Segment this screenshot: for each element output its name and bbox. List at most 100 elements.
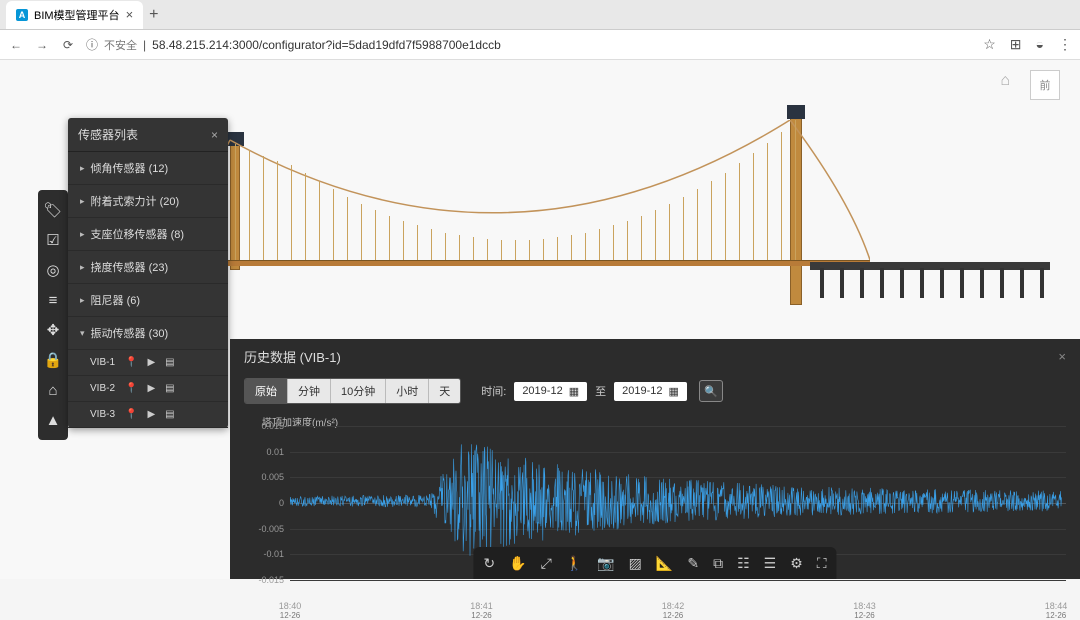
- orbit-icon[interactable]: ↻: [483, 555, 495, 572]
- properties-icon[interactable]: ☰: [764, 555, 777, 572]
- reload-button[interactable]: ⟳: [60, 38, 76, 52]
- y-tick: 0: [244, 498, 284, 508]
- home-icon[interactable]: ⌂: [1000, 72, 1010, 90]
- viewer-bottom-toolbar: ↻ ✋ ⤢ 🚶 📷 ▨ 📐 ✎ ⧉ ☷ ☰ ⚙ ⛶: [473, 547, 836, 579]
- date-from-input[interactable]: 2019-12 ▦: [514, 382, 587, 401]
- sensor-item: VIB-1 📍 ▶ ▤: [68, 350, 228, 376]
- model-browser-icon[interactable]: ☷: [737, 555, 750, 572]
- tab-title: BIM模型管理平台: [34, 7, 120, 23]
- settings-icon[interactable]: ⚙: [790, 555, 803, 572]
- pan-icon[interactable]: ✋: [509, 555, 526, 572]
- camera-icon[interactable]: 📷: [597, 555, 614, 572]
- granularity-button[interactable]: 分钟: [288, 379, 331, 403]
- left-toolbar: 🏷 ☑ ◎ ≡ ✥ 🔒 ⌂ ▲: [38, 190, 68, 440]
- autodesk-icon: A: [16, 9, 28, 21]
- address-bar: ← → ⟳ ⓘ 不安全 | 58.48.215.214:3000/configu…: [0, 30, 1080, 60]
- zoom-icon[interactable]: ⤢: [541, 555, 552, 572]
- house-icon[interactable]: ⌂: [38, 376, 68, 404]
- hanger-cables: [235, 120, 795, 265]
- lock-icon[interactable]: 🔒: [38, 346, 68, 374]
- grid-line: [290, 580, 1066, 581]
- explode-icon[interactable]: ⧉: [713, 555, 723, 572]
- x-tick: 18:4212-26: [655, 601, 691, 620]
- separator: |: [143, 38, 146, 52]
- sensor-category[interactable]: 振动传感器 (30): [68, 317, 228, 350]
- y-tick: -0.015: [244, 575, 284, 585]
- date-to-input[interactable]: 2019-12 ▦: [614, 382, 687, 401]
- x-tick: 18:4112-26: [464, 601, 500, 620]
- data-panel-title: 历史数据 (VIB-1): [244, 347, 341, 366]
- new-tab-button[interactable]: +: [149, 6, 158, 24]
- back-button[interactable]: ←: [8, 38, 24, 52]
- tab-close-icon[interactable]: ×: [126, 7, 134, 22]
- granularity-button[interactable]: 原始: [245, 379, 288, 403]
- minimize-icon[interactable]: ☆: [983, 36, 996, 53]
- close-icon[interactable]: ×: [211, 128, 218, 142]
- sensor-name: VIB-2: [90, 383, 115, 394]
- url-text: 58.48.215.214:3000/configurator?id=5dad1…: [152, 38, 501, 52]
- info-icon: ⓘ: [86, 36, 98, 53]
- forge-viewport[interactable]: ⌂ 前 🏷 ☑ ◎ ≡ ✥ 🔒 ⌂ ▲ 传感器列表 × 倾角传感器 (12)附着…: [0, 60, 1080, 579]
- search-button[interactable]: 🔍: [699, 380, 723, 402]
- sensor-item: VIB-2 📍 ▶ ▤: [68, 376, 228, 402]
- dice-icon[interactable]: ⊞: [1010, 36, 1022, 53]
- browser-tab-strip: A BIM模型管理平台 × +: [0, 0, 1080, 30]
- data-icon[interactable]: ▤: [165, 409, 174, 420]
- measure-icon[interactable]: 📐: [656, 555, 673, 572]
- x-tick: 18:4412-26: [1038, 601, 1074, 620]
- markup-icon[interactable]: ✎: [687, 555, 699, 572]
- walk-icon[interactable]: 🚶: [566, 555, 583, 572]
- road-icon[interactable]: ▲: [38, 406, 68, 434]
- date-separator: 至: [595, 383, 606, 399]
- close-icon[interactable]: ×: [1058, 349, 1066, 364]
- locate-icon[interactable]: 📍: [125, 409, 137, 420]
- calendar-icon: ▦: [569, 385, 579, 398]
- browser-tab[interactable]: A BIM模型管理平台 ×: [6, 1, 143, 29]
- view-cube[interactable]: 前: [1030, 70, 1060, 100]
- x-tick: 18:4012-26: [272, 601, 308, 620]
- sensor-item: VIB-3 📍 ▶ ▤: [68, 402, 228, 428]
- play-icon[interactable]: ▶: [147, 357, 155, 368]
- play-icon[interactable]: ▶: [147, 409, 155, 420]
- y-tick: 0.015: [244, 421, 284, 431]
- calendar-icon: ▦: [668, 385, 678, 398]
- granularity-button[interactable]: 小时: [386, 379, 429, 403]
- check-icon[interactable]: ☑: [38, 226, 68, 254]
- granularity-button[interactable]: 天: [429, 379, 460, 403]
- history-data-panel: 历史数据 (VIB-1) × 原始分钟10分钟小时天 时间: 2019-12 ▦…: [230, 339, 1080, 579]
- fullscreen-icon[interactable]: ⛶: [817, 555, 827, 572]
- sensor-name: VIB-1: [90, 357, 115, 368]
- move-icon[interactable]: ✥: [38, 316, 68, 344]
- security-warning: 不安全: [104, 37, 137, 53]
- granularity-button[interactable]: 10分钟: [331, 379, 386, 403]
- sensor-name: VIB-3: [90, 409, 115, 420]
- granularity-group: 原始分钟10分钟小时天: [244, 378, 461, 404]
- menu-icon[interactable]: ⋮: [1058, 36, 1072, 53]
- sensor-category[interactable]: 附着式索力计 (20): [68, 185, 228, 218]
- list-icon[interactable]: ≡: [38, 286, 68, 314]
- data-icon[interactable]: ▤: [165, 383, 174, 394]
- sensor-list-panel: 传感器列表 × 倾角传感器 (12)附着式索力计 (20)支座位移传感器 (8)…: [68, 118, 228, 428]
- time-label: 时间:: [481, 383, 506, 399]
- sensor-category[interactable]: 支座位移传感器 (8): [68, 218, 228, 251]
- profile-icon[interactable]: ◒: [1036, 36, 1044, 53]
- section-icon[interactable]: ▨: [629, 555, 642, 572]
- sensor-category[interactable]: 阻尼器 (6): [68, 284, 228, 317]
- x-tick: 18:4312-26: [847, 601, 883, 620]
- sensor-category[interactable]: 倾角传感器 (12): [68, 152, 228, 185]
- tower-sensor: [787, 105, 805, 119]
- data-icon[interactable]: ▤: [165, 357, 174, 368]
- forward-button[interactable]: →: [34, 38, 50, 52]
- locate-icon[interactable]: 📍: [125, 357, 137, 368]
- locate-icon[interactable]: 📍: [125, 383, 137, 394]
- data-controls: 原始分钟10分钟小时天 时间: 2019-12 ▦ 至 2019-12 ▦ 🔍: [230, 374, 1080, 412]
- panel-title: 传感器列表: [78, 126, 138, 143]
- y-tick: 0.005: [244, 472, 284, 482]
- broadcast-icon[interactable]: ◎: [38, 256, 68, 284]
- play-icon[interactable]: ▶: [147, 383, 155, 394]
- y-tick: -0.005: [244, 524, 284, 534]
- sensor-category[interactable]: 挠度传感器 (23): [68, 251, 228, 284]
- y-tick: 0.01: [244, 447, 284, 457]
- tag-icon[interactable]: 🏷: [38, 196, 68, 224]
- url-field[interactable]: ⓘ 不安全 | 58.48.215.214:3000/configurator?…: [86, 36, 973, 53]
